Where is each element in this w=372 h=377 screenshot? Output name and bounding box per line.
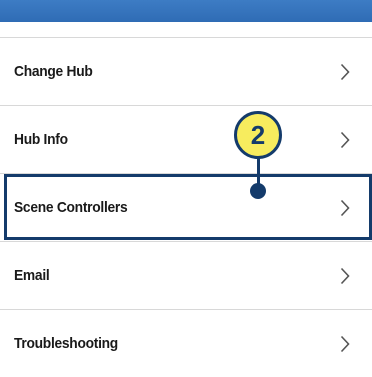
menu-item-troubleshooting[interactable]: Troubleshooting — [0, 309, 372, 377]
menu-item-label: Troubleshooting — [14, 335, 118, 352]
callout-dot — [250, 183, 266, 199]
menu-item-label: Email — [14, 267, 50, 284]
menu-item-label: Hub Info — [14, 131, 68, 148]
header-spacer — [0, 22, 372, 37]
chevron-right-icon — [340, 63, 350, 80]
chevron-right-icon — [340, 335, 350, 352]
menu-item-scene-controllers[interactable]: Scene Controllers — [0, 173, 372, 241]
callout-number-badge: 2 — [234, 111, 282, 159]
chevron-right-icon — [340, 267, 350, 284]
menu-item-label: Scene Controllers — [14, 199, 128, 216]
menu-item-email[interactable]: Email — [0, 241, 372, 309]
menu-item-label: Change Hub — [14, 63, 93, 80]
chevron-right-icon — [340, 131, 350, 148]
settings-menu: Change Hub Hub Info Scene Controllers Em… — [0, 37, 372, 377]
menu-item-hub-info[interactable]: Hub Info — [0, 105, 372, 173]
chevron-right-icon — [340, 199, 350, 216]
header-bar — [0, 0, 372, 22]
menu-item-change-hub[interactable]: Change Hub — [0, 37, 372, 105]
